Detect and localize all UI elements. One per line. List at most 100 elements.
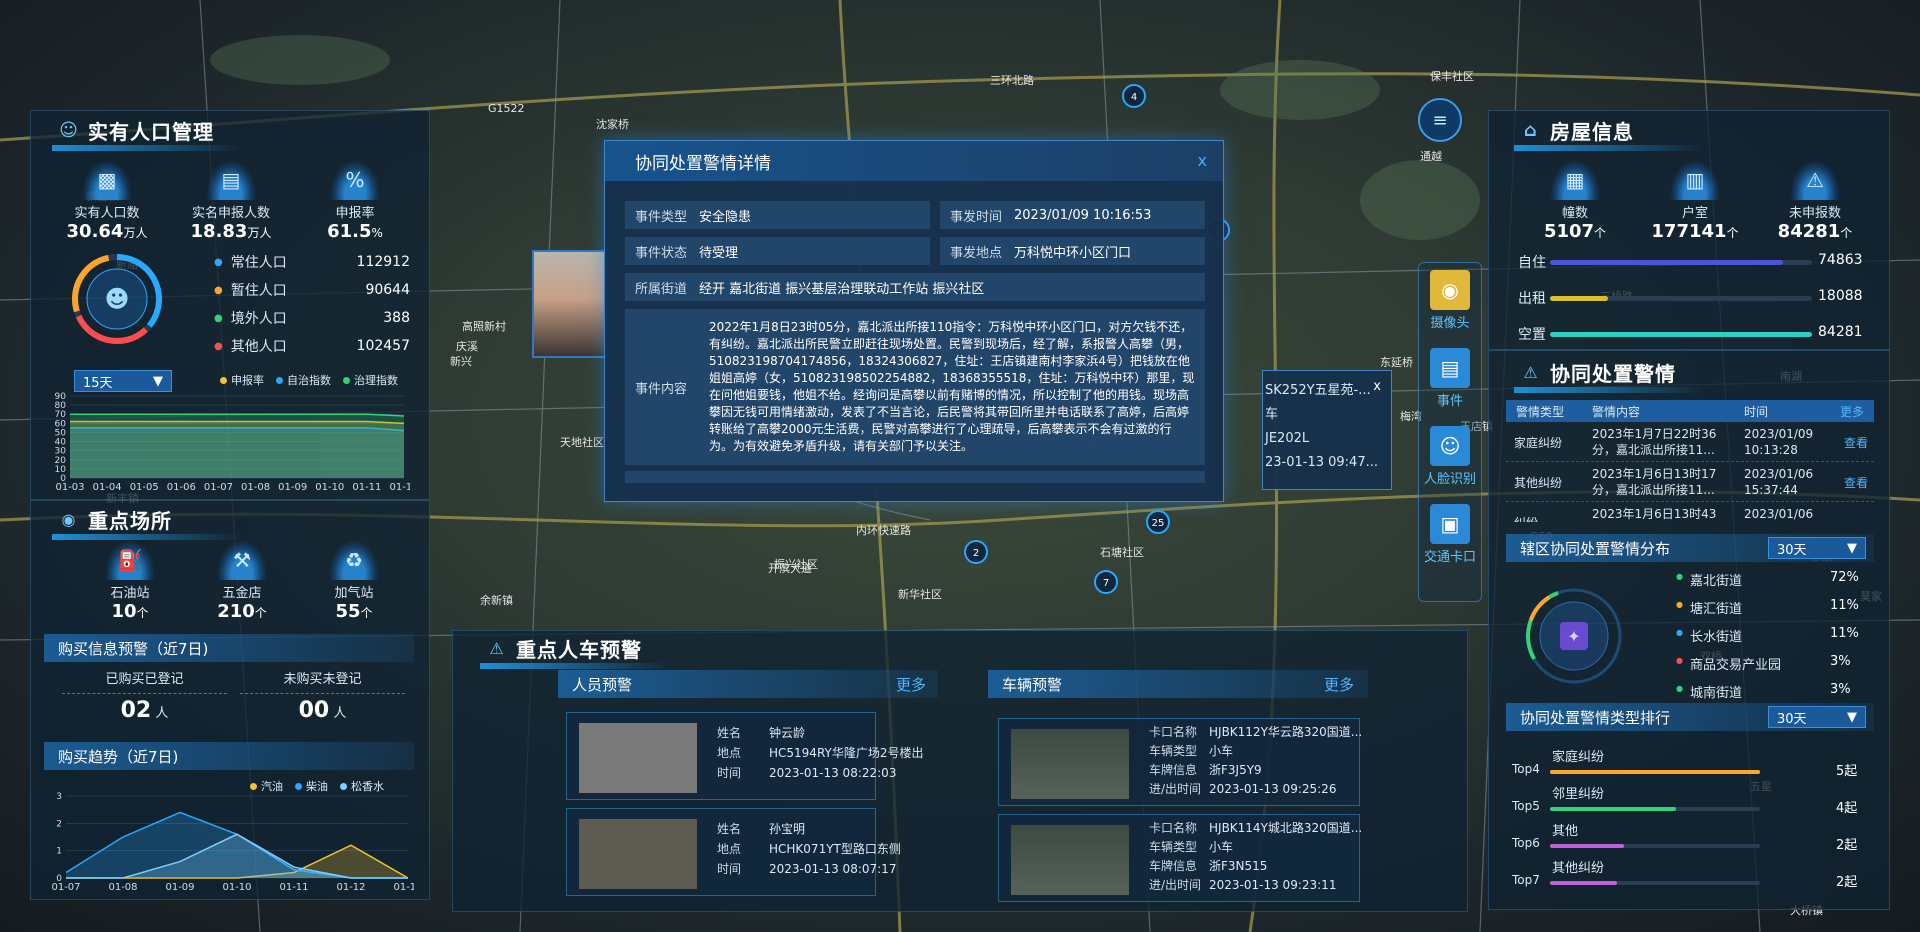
house-label: 幢数 <box>1561 206 1588 221</box>
x-tick-label: 01-08 <box>241 482 270 492</box>
home-icon: ⌂ <box>1524 120 1538 141</box>
dot-icon: ● <box>214 312 223 324</box>
population-area-chart: 010203040506070809001-03 01-04 01-05 01-06 0… <box>55 392 410 492</box>
toolbar-button[interactable]: ◉ 摄像头 <box>1422 270 1478 331</box>
place-label: 石油站 <box>110 586 150 601</box>
dist-label: 城南街道 <box>1690 686 1743 701</box>
id-card-icon: ▤ <box>206 160 256 200</box>
dist-label: 商品交易产业园 <box>1690 658 1782 673</box>
vehicle-info: 卡口名称 HJBK112Y华云路320国道... 车辆类型 小车 车牌信息 浙F3J5Y9… <box>1149 723 1362 799</box>
alert-row[interactable]: 纠纷 2023年1月6日13时43 2023/01/06 <box>1506 504 1874 522</box>
info-line: 车牌信息 浙F3N515 <box>1149 857 1362 876</box>
dist-pct: 11% <box>1830 598 1859 613</box>
vehicle-popup[interactable]: SK252Y五星苑-... 车 JE202L 23-01-13 09:47...… <box>1262 370 1392 490</box>
rank-range-select[interactable]: 30天 ▼ <box>1768 706 1866 728</box>
house-stat: ▥ 户室 177141个 <box>1640 160 1750 242</box>
legend-item: 自治指数 <box>276 372 331 388</box>
alert-row[interactable]: 其他纠纷 2023年1月6日13时17分，嘉北派出所接11... 2023/01/0… <box>1506 464 1874 502</box>
range-select[interactable]: 15天 ▼ <box>74 370 172 392</box>
dot-icon: ● <box>1676 600 1683 609</box>
info-line: 车辆类型 小车 <box>1149 742 1362 761</box>
place-value: 10个 <box>80 601 180 622</box>
type-label: 暂住人口 <box>230 283 287 299</box>
popup-close-button[interactable]: x <box>1373 375 1381 399</box>
alerts-rows: 家庭纠纷 2023年1月7日22时36分，嘉北派出所接11... 2023/01/0… <box>1506 424 1874 522</box>
house-bar-track <box>1550 296 1812 301</box>
toolbar-label: 事件 <box>1436 394 1463 409</box>
modal-scroll-track[interactable] <box>625 471 1205 483</box>
info-line: 姓名 钟云龄 <box>717 723 923 743</box>
vehicle-card[interactable]: 卡口名称 HJBK114Y城北路320国道... 车辆类型 小车 车牌信息 浙F3N515… <box>998 814 1362 902</box>
alert-detail-modal: 协同处置警情详情 x 事件类型 安全隐患 事发时间 2023/01/09 10:16… <box>604 140 1224 502</box>
house-bar-label: 出租 <box>1518 291 1546 307</box>
person-card[interactable]: 姓名 孙宝明 地点 HCHK071YT型路口东侧 时间 2023-01-13 08:07:… <box>566 808 901 896</box>
dist-range-select[interactable]: 30天 ▼ <box>1768 537 1866 559</box>
face-thumb[interactable] <box>532 250 608 358</box>
house-bar-fill <box>1550 260 1784 265</box>
toolbar-button[interactable]: ☺ 人脸识别 <box>1422 426 1478 487</box>
legend-label: 治理指数 <box>354 374 398 387</box>
distribution-ring: ✦ <box>1526 588 1622 684</box>
vehicle-photo <box>1011 825 1129 895</box>
map-search-button[interactable]: ≡ <box>1418 98 1462 142</box>
rank-bar-track <box>1550 881 1760 885</box>
dist-pct: 72% <box>1830 570 1859 585</box>
dist-pct: 3% <box>1830 654 1851 669</box>
info-line: 车牌信息 浙F3J5Y9 <box>1149 761 1362 780</box>
stat-label: 申报率 <box>335 206 375 221</box>
population-chart-legend: 申报率 自治指数 治理指数 <box>220 372 398 388</box>
y-tick-label: 50 <box>55 428 67 438</box>
legend-dot <box>340 783 347 790</box>
legend-dot <box>276 377 283 384</box>
info-value: 钟云龄 <box>769 726 806 740</box>
rank-bar-fill <box>1550 807 1676 811</box>
x-tick-label: 01-13 <box>393 882 414 892</box>
info-key: 进/出时间 <box>1149 782 1202 796</box>
place-number: 10 <box>111 601 137 622</box>
alerts-more-link[interactable]: 更多 <box>1840 403 1864 420</box>
house-bar-fill <box>1550 332 1812 337</box>
info-key: 卡口名称 <box>1149 725 1198 739</box>
trend-area-chart: 012301-0701-0801-0901-1001-1101-1201-13 <box>51 792 414 892</box>
alert-content: 2023年1月6日13时17分，嘉北派出所接11... <box>1592 467 1717 497</box>
legend-item: 申报率 <box>220 372 264 388</box>
people-more-link[interactable]: 更多 <box>896 674 926 695</box>
type-value: 90644 <box>365 282 410 298</box>
toolbar-button[interactable]: ▤ 事件 <box>1422 348 1478 409</box>
info-value: 小车 <box>1209 840 1234 854</box>
info-line: 地点 HCHK071YT型路口东侧 <box>717 839 901 859</box>
info-key: 时间 <box>717 766 742 780</box>
person-info: 姓名 孙宝明 地点 HCHK071YT型路口东侧 时间 2023-01-13 08:07:… <box>717 819 901 879</box>
svg-text:✦: ✦ <box>1567 627 1580 646</box>
x-tick-label: 01-09 <box>278 482 307 492</box>
info-value: HCHK071YT型路口东侧 <box>769 842 901 856</box>
field-place: 事发地点 万科悦中环小区门口 <box>940 237 1205 265</box>
alert-view-link[interactable]: 查看 <box>1844 434 1868 451</box>
vehicles-more-link[interactable]: 更多 <box>1324 674 1354 695</box>
toolbar-button[interactable]: ▣ 交通卡口 <box>1422 504 1478 565</box>
dist-label: 塘汇街道 <box>1690 602 1743 617</box>
close-button[interactable]: x <box>1198 151 1207 170</box>
person-card[interactable]: 姓名 钟云龄 地点 HC5194RY华隆广场2号楼出 时间 2023-01-13 08:2… <box>566 712 923 800</box>
info-line: 卡口名称 HJBK114Y城北路320国道... <box>1149 819 1362 838</box>
alert-view-link[interactable]: 查看 <box>1844 474 1868 491</box>
house-number: 84281 <box>1777 221 1841 242</box>
alerts-title: ⚠ 协同处置警情 <box>1514 358 1704 393</box>
alert-row[interactable]: 家庭纠纷 2023年1月7日22时36分，嘉北派出所接11... 2023/01/0… <box>1506 424 1874 462</box>
vehicle-card[interactable]: 卡口名称 HJBK112Y华云路320国道... 车辆类型 小车 车牌信息 浙F3J5Y9… <box>998 718 1362 806</box>
type-value: 388 <box>383 310 410 326</box>
location-icon: ◉ <box>61 510 77 529</box>
vehicle-info: 卡口名称 HJBK114Y城北路320国道... 车辆类型 小车 车牌信息 浙F3N515… <box>1149 819 1362 895</box>
alert-content: 2023年1月6日13时43 <box>1592 507 1717 521</box>
population-stat: ▤ 实名申报人数 18.83万人 <box>176 160 286 242</box>
people-header: 人员预警 更多 <box>558 670 938 698</box>
person-info: 姓名 钟云龄 地点 HC5194RY华隆广场2号楼出 时间 2023-01-13 08:2… <box>717 723 923 783</box>
map-label: 振兴社区 <box>774 557 818 571</box>
x-tick-label: 01-07 <box>204 482 233 492</box>
rank-label: 其他纠纷 <box>1552 861 1605 876</box>
house-bar-track <box>1550 332 1812 337</box>
bottom-title: ⚠ 重点人车预警 <box>480 634 670 669</box>
info-value: 2023-01-13 08:07:17 <box>769 862 897 876</box>
house-unit: 个 <box>1840 226 1853 240</box>
dot-icon: ● <box>214 256 223 268</box>
